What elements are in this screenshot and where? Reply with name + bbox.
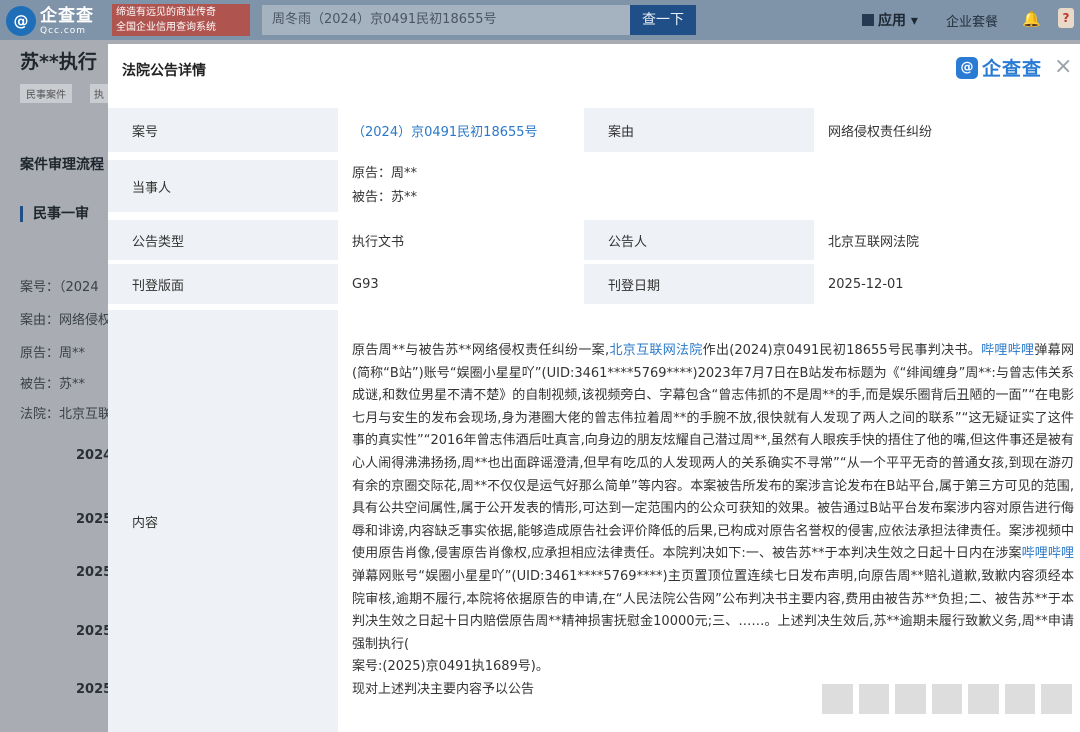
content-paragraph: 案号:(2025)京0491执1689号)。 bbox=[352, 659, 549, 675]
slogan-banner: 缔造有远见的商业传奇 全国企业信用查询系统 bbox=[112, 4, 250, 36]
notice-type-label: 公告类型 bbox=[108, 220, 338, 260]
stage-title: 民事一审 bbox=[20, 206, 89, 222]
parties-label: 当事人 bbox=[108, 160, 338, 212]
timeline-year: 2025 bbox=[76, 512, 113, 527]
announcer-label: 公告人 bbox=[584, 220, 814, 260]
site-logo[interactable]: @ 企查查 Qcc.com bbox=[6, 6, 94, 36]
plaintiff: 原告：周** bbox=[352, 166, 418, 181]
case-tag: 民事案件 bbox=[20, 84, 72, 103]
timeline-year: 2024 bbox=[76, 448, 113, 463]
announcer-value: 北京互联网法院 bbox=[828, 234, 920, 250]
court-notice-dialog: 法院公告详情 @ 企查查 × 案号 （2024）京0491民初18655号 案由… bbox=[108, 44, 1080, 732]
timeline-year: 2025 bbox=[76, 682, 113, 697]
case-number-label: 案号 bbox=[108, 108, 338, 152]
case-number-value[interactable]: （2024）京0491民初18655号 bbox=[338, 108, 584, 152]
page-value: G93 bbox=[352, 276, 379, 292]
notice-content: 原告周**与被告苏**网络侵权责任纠纷一案,北京互联网法院作出(2024)京04… bbox=[352, 340, 1074, 702]
content-label: 内容 bbox=[108, 310, 338, 732]
timeline-year: 2025 bbox=[76, 565, 113, 580]
grid-icon bbox=[862, 14, 874, 26]
bg-field-defendant: 被告：苏** bbox=[20, 377, 86, 392]
chevron-down-icon: ▾ bbox=[910, 13, 918, 29]
info-badge[interactable]: ? bbox=[1058, 8, 1074, 28]
bilibili-link[interactable]: 哔哩哔哩 bbox=[981, 343, 1034, 358]
top-navigation-bar: @ 企查查 Qcc.com 缔造有远见的商业传奇 全国企业信用查询系统 周冬雨（… bbox=[0, 0, 1080, 40]
publish-date-label: 刊登日期 bbox=[584, 264, 814, 304]
apps-menu[interactable]: 应用 ▾ bbox=[862, 10, 918, 30]
case-number-link[interactable]: （2024）京0491民初18655号 bbox=[352, 121, 538, 140]
content-paragraph: 原告周**与被告苏**网络侵权责任纠纷一案,北京互联网法院作出(2024)京04… bbox=[352, 343, 1074, 652]
bilibili-link[interactable]: 哔哩哔哩 bbox=[1022, 546, 1074, 561]
brand-icon: @ bbox=[956, 56, 978, 79]
bell-icon[interactable]: 🔔 bbox=[1022, 10, 1041, 28]
defendant: 被告：苏** bbox=[352, 190, 418, 205]
brand-logo: @ 企查查 bbox=[956, 54, 1042, 81]
notice-type-value: 执行文书 bbox=[352, 234, 405, 250]
case-tag: 执 bbox=[90, 84, 108, 103]
bg-field-case: 案号：（2024 bbox=[20, 280, 99, 295]
logo-icon: @ bbox=[6, 6, 36, 36]
bg-field-plaintiff: 原告：周** bbox=[20, 346, 86, 361]
brand-text: 企查查 bbox=[982, 58, 1043, 80]
page-title: 苏**执行 bbox=[20, 51, 97, 73]
close-icon[interactable]: × bbox=[1054, 55, 1072, 79]
case-cause-value: 网络侵权责任纠纷 bbox=[828, 124, 933, 140]
case-cause-label: 案由 bbox=[584, 108, 814, 152]
dialog-title: 法院公告详情 bbox=[122, 63, 206, 79]
parties-value: 原告：周** 被告：苏** bbox=[338, 160, 1074, 212]
bg-field-cause: 案由：网络侵权 bbox=[20, 313, 112, 328]
logo-domain: Qcc.com bbox=[40, 25, 87, 36]
dialog-header: 法院公告详情 @ 企查查 × bbox=[108, 44, 1080, 94]
bg-field-court: 法院：北京互联 bbox=[20, 407, 112, 422]
search-input[interactable]: 周冬雨（2024）京0491民初18655号 bbox=[262, 5, 630, 35]
blurred-watermark bbox=[822, 684, 1073, 714]
publish-date-value: 2025-12-01 bbox=[828, 276, 904, 292]
enterprise-plan-link[interactable]: 企业套餐 bbox=[946, 11, 998, 30]
search-button[interactable]: 查一下 bbox=[630, 5, 696, 35]
flow-title: 案件审理流程 bbox=[20, 157, 104, 173]
logo-text: 企查查 bbox=[40, 5, 94, 26]
page-label: 刊登版面 bbox=[108, 264, 338, 304]
court-link[interactable]: 北京互联网法院 bbox=[609, 343, 703, 358]
timeline-year: 2025 bbox=[76, 624, 113, 639]
